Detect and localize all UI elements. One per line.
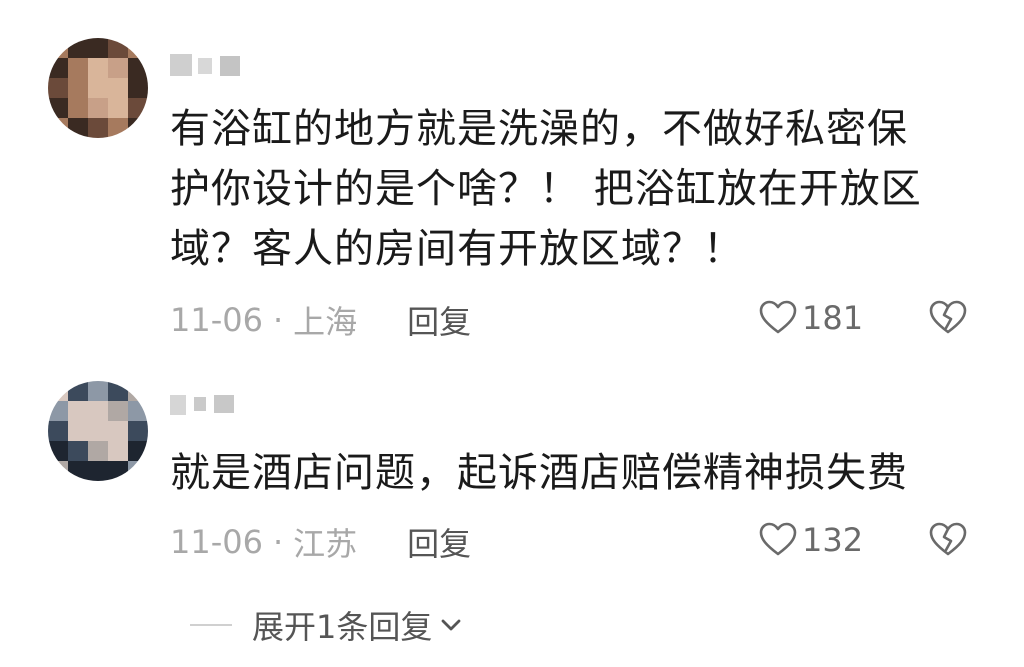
avatar-pixel	[108, 38, 128, 58]
like-count: 132	[802, 521, 864, 559]
meta-separator: ·	[272, 523, 284, 561]
comment-text: 有浴缸的地方就是洗澡的，不做好私密保 护你设计的是个啥？！ 把浴缸放在开放区 域…	[170, 99, 970, 279]
avatar-pixel	[108, 78, 128, 98]
comment-text-line: 域？客人的房间有开放区域？！	[170, 226, 744, 272]
avatar-pixel	[128, 98, 148, 118]
reply-button[interactable]: 回复	[407, 519, 471, 565]
avatar-pixel	[88, 401, 108, 421]
heart-outline-icon	[759, 522, 797, 556]
avatar[interactable]	[48, 381, 148, 481]
avatar-pixel	[128, 421, 148, 441]
avatar-pixel	[48, 58, 68, 78]
avatar-pixel	[108, 401, 128, 421]
comment-text: 就是酒店问题，起诉酒店赔偿精神损失费	[170, 443, 970, 503]
reply-button[interactable]: 回复	[407, 297, 471, 343]
avatar-pixel	[128, 401, 148, 421]
comment-section: 有浴缸的地方就是洗澡的，不做好私密保 护你设计的是个啥？！ 把浴缸放在开放区 域…	[0, 0, 1024, 667]
meta-separator: ·	[272, 301, 284, 339]
like-button[interactable]: 132	[758, 520, 863, 560]
comment-text-line: 就是酒店问题，起诉酒店赔偿精神损失费	[170, 450, 908, 496]
avatar-pixel	[128, 381, 148, 401]
comment-item: 有浴缸的地方就是洗澡的，不做好私密保 护你设计的是个啥？！ 把浴缸放在开放区 域…	[0, 0, 1024, 370]
avatar-pixel	[128, 118, 148, 138]
avatar-pixel	[88, 118, 108, 138]
avatar-pixel	[88, 38, 108, 58]
avatar-pixel	[48, 118, 68, 138]
avatar-pixel	[48, 441, 68, 461]
comment-meta: 11-06 · 江苏 回复	[170, 518, 990, 566]
avatar-pixel	[48, 381, 68, 401]
expand-replies-label: 展开1条回复	[252, 608, 433, 646]
comment-item: 就是酒店问题，起诉酒店赔偿精神损失费 11-06 · 江苏 回复 132	[0, 370, 1024, 585]
avatar-pixel	[108, 421, 128, 441]
avatar-pixel	[68, 38, 88, 58]
avatar-pixel	[88, 461, 108, 481]
avatar-pixel	[68, 98, 88, 118]
avatar-pixel	[108, 58, 128, 78]
avatar-pixel	[48, 98, 68, 118]
like-button[interactable]: 181	[758, 298, 863, 338]
comment-location: 江苏	[293, 525, 358, 563]
divider-line	[190, 624, 232, 626]
avatar-pixel	[68, 421, 88, 441]
broken-heart-icon	[929, 522, 967, 556]
username-blurred[interactable]	[170, 50, 250, 80]
expand-replies-button[interactable]: 展开1条回复	[190, 600, 464, 650]
avatar-pixel	[128, 38, 148, 58]
avatar-pixel	[48, 78, 68, 98]
like-count: 181	[802, 299, 864, 337]
avatar-pixel	[88, 381, 108, 401]
avatar-pixel	[68, 118, 88, 138]
dislike-button[interactable]	[928, 520, 968, 560]
avatar-pixel	[108, 461, 128, 481]
heart-outline-icon	[759, 300, 797, 334]
avatar-pixel	[68, 461, 88, 481]
comment-text-line: 护你设计的是个啥？！ 把浴缸放在开放区	[170, 166, 922, 212]
comment-date: 11-06	[170, 523, 263, 561]
avatar-pixel	[68, 441, 88, 461]
avatar-pixel	[88, 441, 108, 461]
username-blurred[interactable]	[170, 389, 250, 419]
avatar-pixel	[88, 58, 108, 78]
avatar-pixel	[88, 421, 108, 441]
avatar-pixel	[68, 58, 88, 78]
avatar-pixel	[128, 441, 148, 461]
avatar-pixel	[88, 98, 108, 118]
broken-heart-icon	[929, 300, 967, 334]
avatar-pixel	[48, 461, 68, 481]
avatar-pixel	[108, 118, 128, 138]
avatar-pixel	[108, 381, 128, 401]
comment-meta: 11-06 · 上海 回复	[170, 296, 990, 344]
avatar-pixel	[68, 381, 88, 401]
avatar-pixel	[108, 98, 128, 118]
avatar-pixel	[48, 401, 68, 421]
avatar-pixel	[88, 78, 108, 98]
avatar-pixel	[68, 78, 88, 98]
avatar-pixel	[128, 58, 148, 78]
avatar-pixel	[128, 78, 148, 98]
chevron-down-icon	[441, 619, 461, 631]
comment-date: 11-06	[170, 301, 263, 339]
avatar-pixel	[48, 38, 68, 58]
avatar-pixel	[48, 421, 68, 441]
avatar-pixel	[68, 401, 88, 421]
comment-location: 上海	[293, 303, 358, 341]
comment-text-line: 有浴缸的地方就是洗澡的，不做好私密保	[170, 106, 908, 152]
avatar-pixel	[128, 461, 148, 481]
avatar[interactable]	[48, 38, 148, 138]
dislike-button[interactable]	[928, 298, 968, 338]
avatar-pixel	[108, 441, 128, 461]
